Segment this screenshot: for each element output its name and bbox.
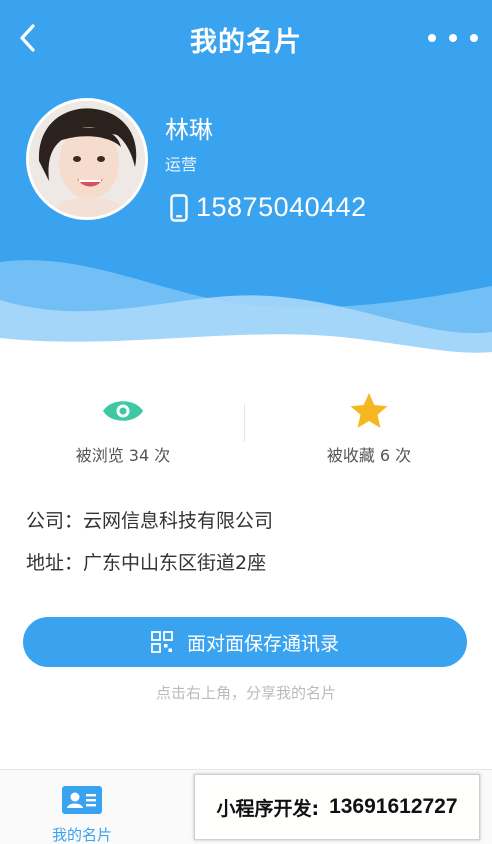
page-title: 我的名片 xyxy=(190,27,302,58)
tab-my-card[interactable]: 我的名片 xyxy=(0,770,164,844)
save-contact-button[interactable]: 面对面保存通讯录 xyxy=(23,617,467,667)
promo-text: 小程序开发: xyxy=(216,797,320,820)
eye-icon xyxy=(103,401,143,421)
contact-card-icon xyxy=(62,786,102,814)
favorites-stat: 被收藏 6 次 xyxy=(246,388,492,466)
nav-bar: 我的名片 xyxy=(0,0,492,78)
phone-row[interactable]: 15875040442 xyxy=(170,192,367,223)
views-label: 被浏览 34 次 xyxy=(75,446,171,465)
address-info: 地址：广东中山东区街道2座 xyxy=(26,552,267,574)
avatar-photo xyxy=(29,101,145,217)
profile-name: 林琳 xyxy=(165,116,213,144)
favorites-label: 被收藏 6 次 xyxy=(326,446,412,465)
views-stat: 被浏览 34 次 xyxy=(0,388,246,466)
share-hint: 点击右上角，分享我的名片 xyxy=(155,684,336,702)
phone-icon xyxy=(170,193,188,222)
avatar xyxy=(26,98,148,220)
qr-code-icon xyxy=(151,631,173,653)
tab-my-card-label: 我的名片 xyxy=(51,826,112,844)
profile-role: 运营 xyxy=(165,155,198,174)
phone-number[interactable]: 15875040442 xyxy=(196,192,367,223)
more-button[interactable] xyxy=(428,26,478,50)
stats-divider xyxy=(244,404,245,442)
more-dots-icon xyxy=(428,34,436,42)
save-button-label: 面对面保存通讯录 xyxy=(186,632,339,655)
promo-banner: 小程序开发: 13691612727 xyxy=(194,774,480,840)
promo-number: 13691612727 xyxy=(329,795,458,818)
company-info: 公司：云网信息科技有限公司 xyxy=(26,510,274,532)
star-icon xyxy=(350,393,388,428)
stats-section: 被浏览 34 次 被收藏 6 次 xyxy=(0,388,492,478)
my-card-page: 我的名片 林琳 运营 15875040442 被浏览 34 次 被收藏 6 次 … xyxy=(0,0,492,844)
profile-header: 我的名片 林琳 运营 15875040442 xyxy=(0,0,492,360)
